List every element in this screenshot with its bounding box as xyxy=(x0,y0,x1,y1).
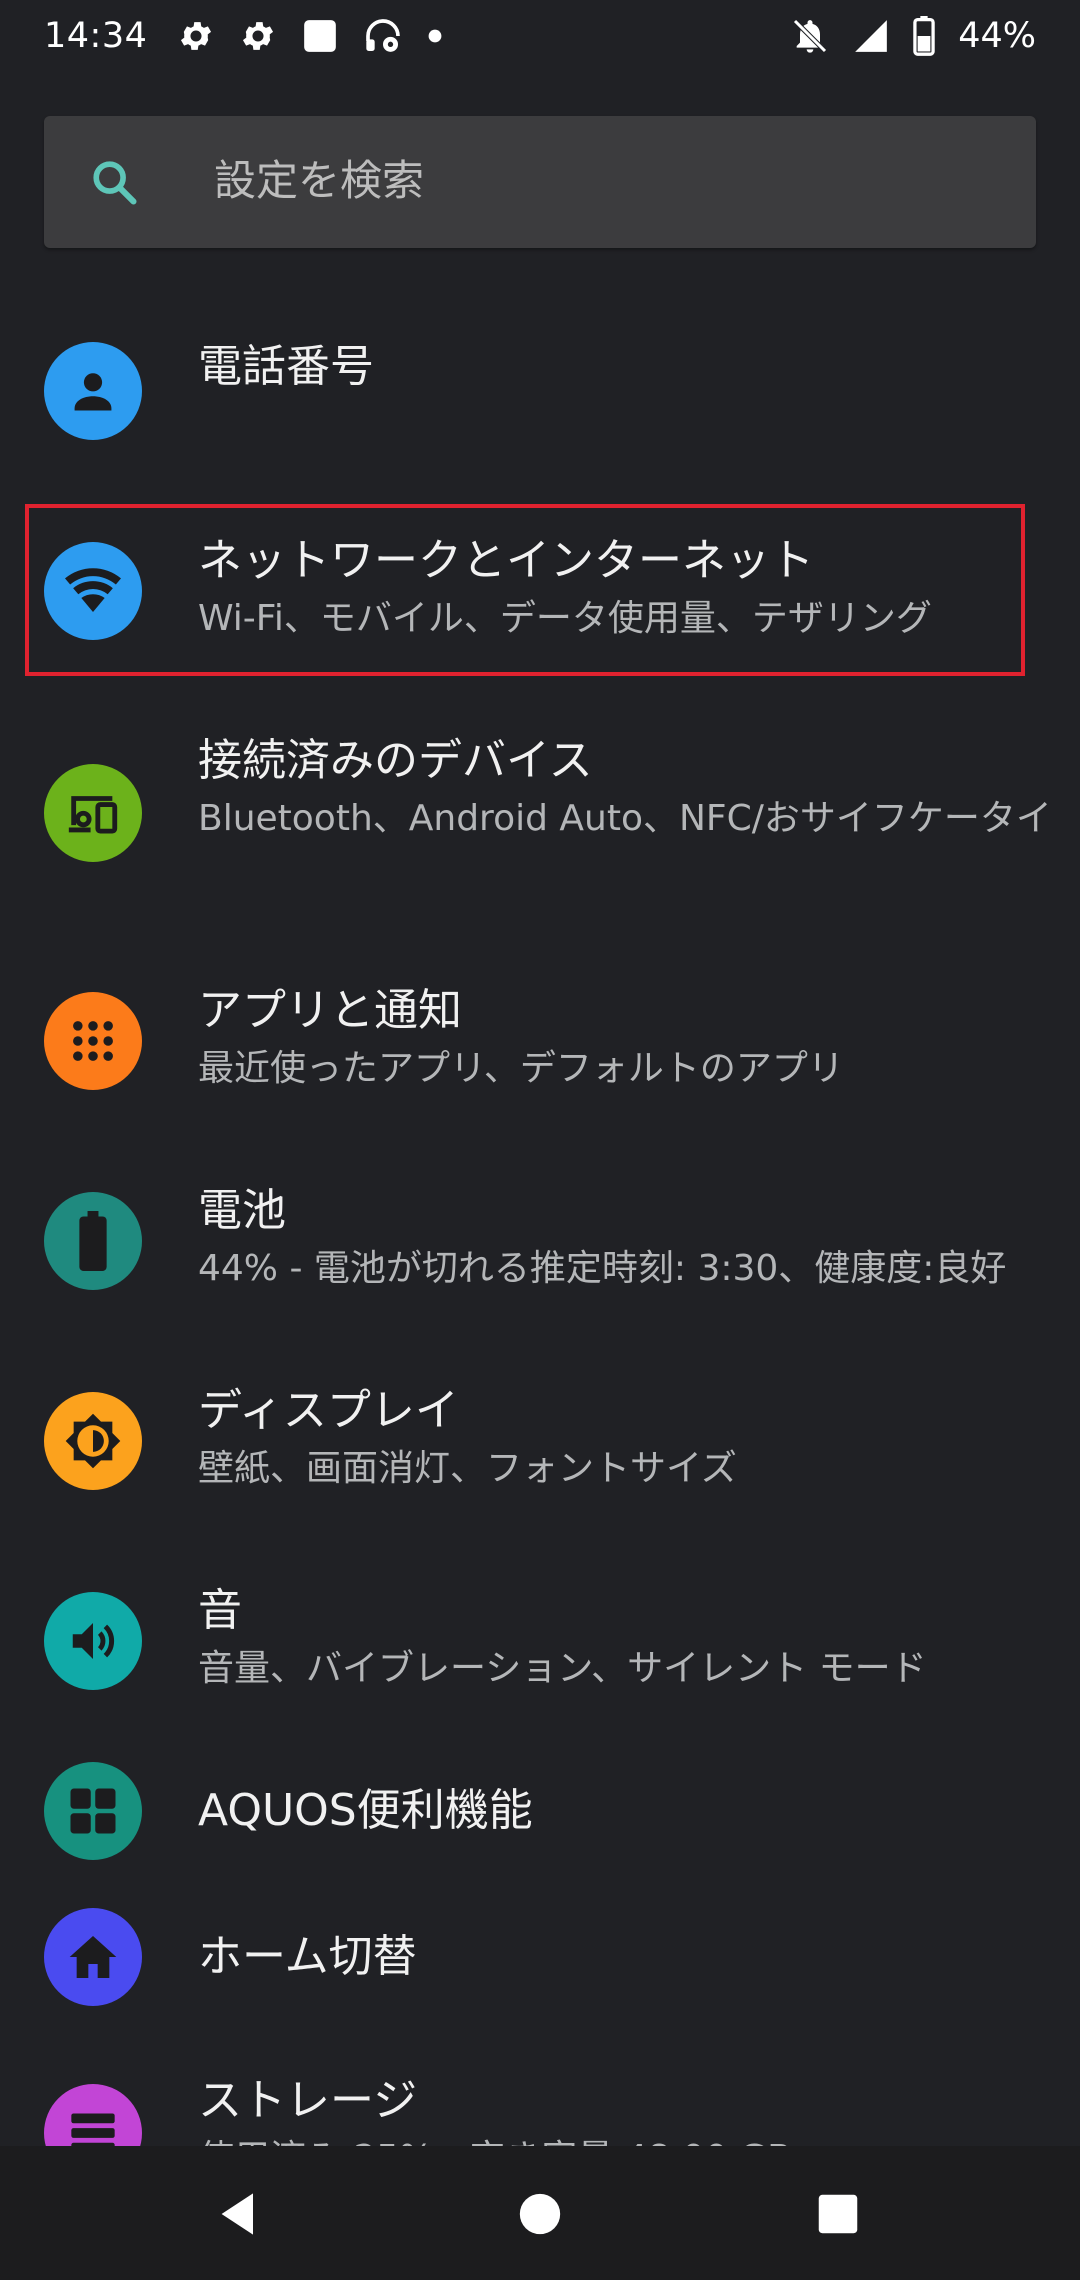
widgets-icon xyxy=(44,1762,142,1860)
setting-item-sound[interactable]: 音 音量、バイブレーション、サイレント モード xyxy=(0,1570,1080,1720)
home-icon xyxy=(44,1908,142,2006)
status-time: 14:34 xyxy=(44,16,148,56)
status-left: 14:34 xyxy=(44,10,443,62)
setting-item-title: 接続済みのデバイス xyxy=(198,735,593,786)
search-icon xyxy=(88,156,140,208)
setting-item-subtitle: 音量、バイブレーション、サイレント モード xyxy=(198,1648,927,1689)
person-icon xyxy=(44,342,142,440)
setting-item-battery[interactable]: 電池 44% - 電池が切れる推定時刻: 3:30、健康度:良好 xyxy=(0,1170,1080,1320)
setting-item-phone-number[interactable]: 電話番号 xyxy=(0,320,1080,470)
setting-item-title: AQUOS便利機能 xyxy=(198,1785,533,1836)
setting-item-subtitle: 壁紙、画面消灯、フォントサイズ xyxy=(198,1448,737,1489)
status-bar: 14:34 44% xyxy=(0,0,1080,72)
setting-item-title: ストレージ xyxy=(198,2075,418,2126)
setting-item-title: 音 xyxy=(198,1585,242,1636)
apps-grid-icon xyxy=(44,992,142,1090)
signal-icon xyxy=(852,17,890,55)
setting-item-title: ホーム切替 xyxy=(198,1931,417,1982)
highlight-box xyxy=(25,504,1025,676)
brightness-icon xyxy=(44,1392,142,1490)
battery-icon xyxy=(912,16,936,56)
devices-icon xyxy=(44,764,142,862)
status-right: 44% xyxy=(790,10,1036,62)
search-bar[interactable]: 設定を検索 xyxy=(44,116,1036,248)
home-circle-icon[interactable] xyxy=(500,2174,580,2254)
gear-icon xyxy=(177,17,215,55)
setting-item-title: アプリと通知 xyxy=(198,985,462,1036)
setting-item-home-switch[interactable]: ホーム切替 xyxy=(0,1906,1080,2016)
setting-item-display[interactable]: ディスプレイ 壁紙、画面消灯、フォントサイズ xyxy=(0,1370,1080,1520)
setting-item-apps-notifications[interactable]: アプリと通知 最近使ったアプリ、デフォルトのアプリ xyxy=(0,970,1080,1120)
setting-item-aquos-features[interactable]: AQUOS便利機能 xyxy=(0,1760,1080,1870)
bell-off-icon xyxy=(790,16,830,56)
navigation-bar xyxy=(0,2146,1080,2280)
gear-icon xyxy=(239,17,277,55)
setting-item-title: 電池 xyxy=(198,1185,286,1236)
setting-item-subtitle: 最近使ったアプリ、デフォルトのアプリ xyxy=(198,1048,844,1089)
square-app-icon xyxy=(301,17,339,55)
setting-item-subtitle: Bluetooth、Android Auto、NFC/おサイフケータイ xyxy=(198,798,1052,839)
battery-icon xyxy=(44,1192,142,1290)
back-icon[interactable] xyxy=(200,2174,280,2254)
headset-gear-icon xyxy=(363,16,403,56)
setting-item-connected-devices[interactable]: 接続済みのデバイス Bluetooth、Android Auto、NFC/おサイ… xyxy=(0,720,1080,920)
recents-icon[interactable] xyxy=(798,2174,878,2254)
search-placeholder: 設定を検索 xyxy=(214,156,425,205)
setting-item-title: 電話番号 xyxy=(198,341,374,392)
volume-icon xyxy=(44,1592,142,1690)
settings-screen: 14:34 44% 設定を検索 電話番号 ネットワークとインターネット Wi-F… xyxy=(0,0,1080,2280)
dot-icon xyxy=(427,28,443,44)
setting-item-title: ディスプレイ xyxy=(198,1385,459,1436)
battery-percent: 44% xyxy=(958,16,1036,56)
setting-item-subtitle: 44% - 電池が切れる推定時刻: 3:30、健康度:良好 xyxy=(198,1248,1007,1289)
